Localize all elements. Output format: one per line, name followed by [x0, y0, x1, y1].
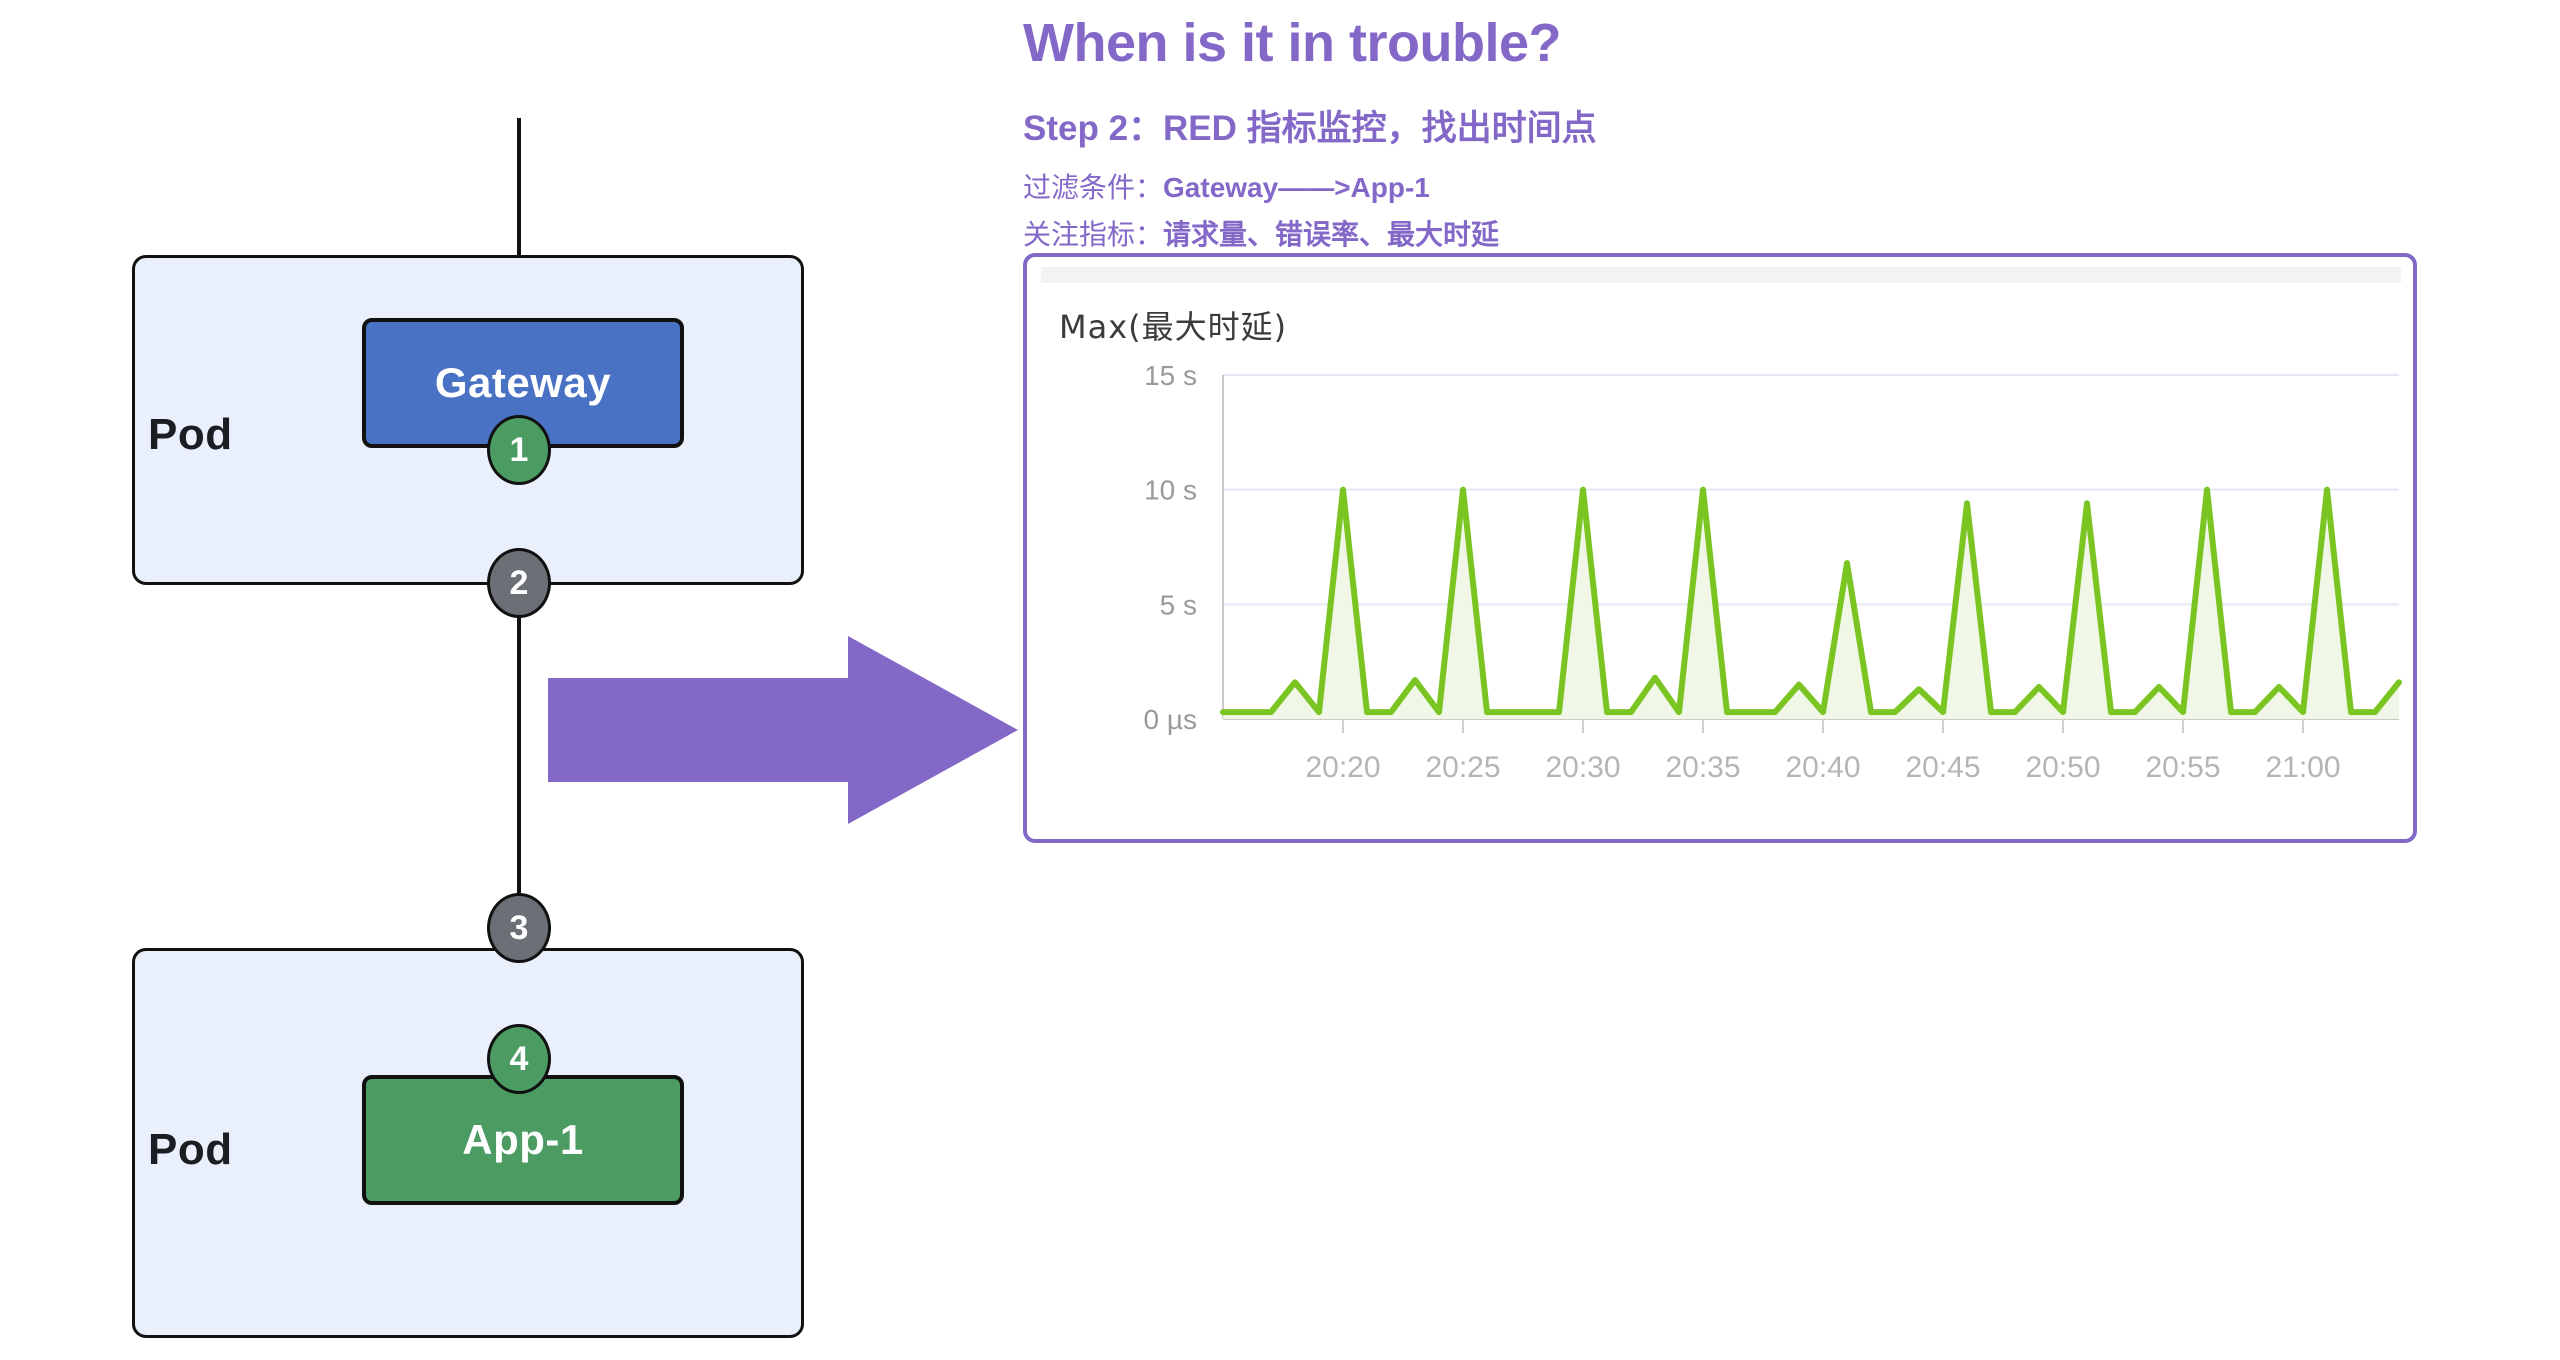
filter-condition-label: 过滤条件： — [1023, 172, 1164, 203]
hop-badge-1-label: 1 — [509, 430, 529, 469]
focus-metric-label: 关注指标： — [1023, 219, 1164, 250]
y-axis-tick-label: 5 s — [1160, 589, 1197, 620]
x-axis-tick-label: 20:40 — [1785, 751, 1860, 784]
chart-plot-area[interactable]: 15 s 10 s 5 s 0 µs 20:20 20:25 20:30 20:35 20:40… — [1027, 257, 2421, 847]
hop-badge-2-label: 2 — [509, 563, 529, 602]
focus-metric-value: 请求量、错误率、最大时延 — [1163, 219, 1500, 250]
latency-line-chart: 15 s 10 s 5 s 0 µs 20:20 20:25 20:30 20:35 20:40… — [1144, 360, 2402, 784]
x-axis-tick-label: 20:30 — [1545, 751, 1620, 784]
page-title: When is it in trouble? — [1023, 13, 1561, 73]
x-axis-tick-label: 20:45 — [1905, 751, 1980, 784]
x-axis-tick-label: 20:20 — [1305, 751, 1380, 784]
pod-label-top: Pod — [148, 410, 233, 459]
y-axis-tick-label: 15 s — [1144, 360, 1197, 391]
service-node-app1[interactable]: App-1 — [362, 1075, 684, 1205]
hop-badge-3-label: 3 — [509, 908, 529, 947]
x-axis-tick-label: 20:25 — [1425, 751, 1500, 784]
x-axis-tick-label: 21:00 — [2265, 751, 2340, 784]
latency-chart-card: Max(最大时延) 15 s 10 s5 s0 µs 20:20 20:25 20:30… — [1023, 253, 2417, 843]
filter-condition-value: Gateway——>App-1 — [1163, 172, 1430, 203]
focus-metric-line: 关注指标：请求量、错误率、最大时延 — [1023, 213, 1499, 253]
right-panel: When is it in trouble? Step 2：RED 指标监控，找… — [1016, 0, 2456, 1360]
hop-badge-4-label: 4 — [509, 1039, 529, 1078]
pod-label-bottom: Pod — [148, 1125, 233, 1174]
service-node-gateway-label: Gateway — [434, 359, 612, 406]
hop-badge-4[interactable]: 4 — [487, 1024, 551, 1094]
hop-badge-3[interactable]: 3 — [487, 893, 551, 963]
y-axis-tick-label: 10 s — [1144, 475, 1197, 506]
y-axis-tick-label: 0 µs — [1144, 704, 1197, 735]
x-axis-tick-label: 20:50 — [2025, 751, 2100, 784]
hop-badge-2[interactable]: 2 — [487, 548, 551, 618]
hop-badge-1[interactable]: 1 — [487, 415, 551, 485]
x-axis-tick-label: 20:55 — [2145, 751, 2220, 784]
right-arrow-icon — [548, 636, 1018, 824]
x-axis-tick-label: 20:35 — [1665, 751, 1740, 784]
service-node-app1-label: App-1 — [462, 1116, 584, 1163]
filter-condition-line: 过滤条件：Gateway——>App-1 — [1023, 166, 1430, 206]
step-subtitle: Step 2：RED 指标监控，找出时间点 — [1023, 109, 1597, 148]
